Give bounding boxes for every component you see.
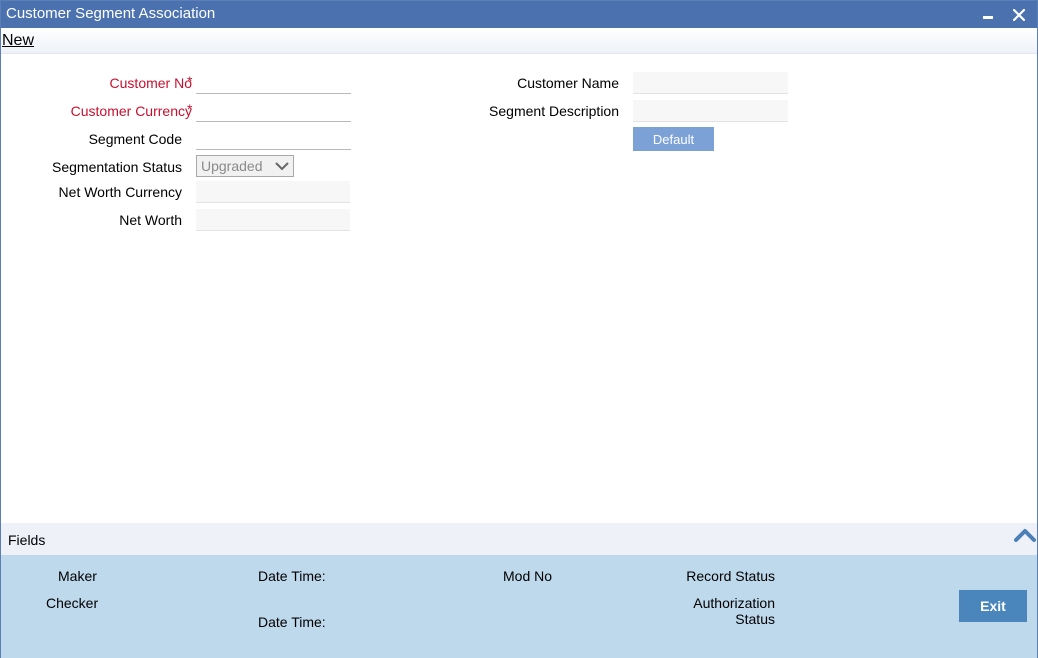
minimize-button[interactable] bbox=[976, 1, 1000, 28]
customer-no-input[interactable] bbox=[196, 72, 351, 94]
chevron-down-icon bbox=[275, 162, 289, 171]
segmentation-status-value: Upgraded bbox=[201, 158, 263, 174]
authorization-status-label-line2: Status bbox=[735, 611, 775, 627]
menu-bar: New bbox=[1, 28, 1037, 54]
mod-no-label: Mod No bbox=[503, 568, 553, 584]
segment-description-label: Segment Description bbox=[489, 103, 619, 119]
customer-currency-label-text: Customer Currency bbox=[70, 103, 192, 119]
audit-footer: Maker Checker Date Time: Date Time: Mod … bbox=[1, 555, 1037, 658]
fields-label: Fields bbox=[8, 532, 46, 548]
checker-label: Checker bbox=[46, 595, 99, 611]
close-button[interactable] bbox=[1007, 1, 1031, 28]
customer-currency-input[interactable] bbox=[196, 100, 351, 122]
exit-button[interactable]: Exit bbox=[959, 590, 1027, 622]
default-button[interactable]: Default bbox=[633, 127, 714, 151]
title-bar: Customer Segment Association bbox=[1, 1, 1037, 28]
close-icon bbox=[1013, 8, 1025, 21]
customer-name-field bbox=[633, 72, 788, 94]
customer-no-label: Customer No bbox=[110, 75, 192, 91]
net-worth-field bbox=[196, 209, 350, 231]
customer-no-label-text: Customer No bbox=[109, 75, 192, 91]
chevron-up-icon[interactable] bbox=[1013, 527, 1037, 543]
new-menu-item[interactable]: New bbox=[2, 32, 34, 50]
segment-code-label: Segment Code bbox=[88, 131, 182, 147]
customer-no-required-marker: * bbox=[187, 73, 193, 89]
maker-label: Maker bbox=[58, 568, 97, 584]
net-worth-currency-label: Net Worth Currency bbox=[58, 184, 182, 200]
customer-currency-label: Customer Currency bbox=[71, 103, 192, 119]
minimize-icon bbox=[983, 16, 993, 19]
customer-currency-required-marker: * bbox=[187, 101, 193, 117]
segment-description-field bbox=[633, 100, 788, 122]
fields-bar: Fields bbox=[1, 523, 1037, 555]
segment-code-input[interactable] bbox=[196, 128, 351, 150]
customer-name-label: Customer Name bbox=[517, 75, 619, 91]
authorization-status-label-line1: Authorization bbox=[693, 595, 775, 611]
net-worth-currency-field bbox=[196, 181, 350, 203]
window-title: Customer Segment Association bbox=[6, 5, 216, 22]
record-status-label: Record Status bbox=[686, 568, 775, 584]
segmentation-status-label: Segmentation Status bbox=[52, 159, 182, 175]
segmentation-status-select[interactable]: Upgraded bbox=[196, 155, 294, 177]
net-worth-label: Net Worth bbox=[119, 212, 182, 228]
maker-date-time-label: Date Time: bbox=[258, 568, 326, 584]
customer-segment-window: Customer Segment Association New Custome… bbox=[0, 0, 1038, 658]
checker-date-time-label: Date Time: bbox=[258, 614, 326, 630]
